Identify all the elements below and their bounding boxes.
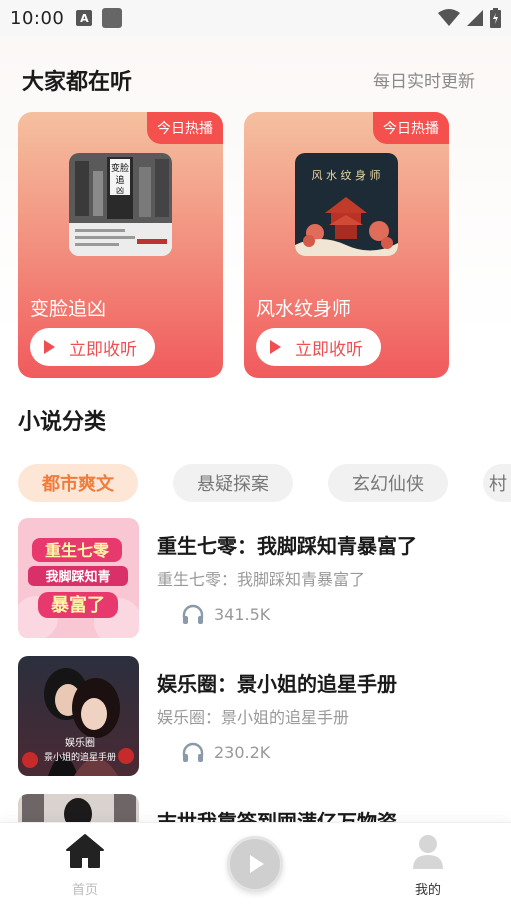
player-play-button[interactable]: [227, 836, 283, 892]
tab-me[interactable]: 我的: [405, 833, 451, 898]
categories-title: 小说分类: [18, 410, 107, 435]
svg-text:暴富了: 暴富了: [51, 594, 105, 616]
signal-icon: [467, 10, 483, 26]
hot-book-name: 变脸追凶: [30, 298, 107, 320]
tab-home[interactable]: 首页: [62, 833, 108, 898]
svg-text:娱乐圈: 娱乐圈: [65, 736, 95, 749]
notification-a-icon: A: [76, 10, 93, 26]
play-icon: [44, 340, 55, 354]
popular-subtitle: 每日实时更新: [373, 72, 475, 92]
list-item[interactable]: 重生七零 我脚踩知青 暴富了 重生七零：我脚踩知青暴富了 重生七零：我脚踩知青暴…: [18, 518, 498, 638]
tab-me-label: 我的: [414, 883, 441, 898]
book-cover-crime-icon: 变脸 追 凶: [69, 153, 172, 256]
play-count: 341.5K: [182, 604, 270, 624]
play-count-value: 230.2K: [214, 742, 271, 762]
wifi-icon: [438, 9, 460, 26]
svg-text:我脚踩知青: 我脚踩知青: [45, 569, 110, 585]
headphones-icon: [182, 742, 204, 762]
svg-text:风 水 纹 身 师: 风 水 纹 身 师: [312, 168, 381, 182]
book-description: 重生七零：我脚踩知青暴富了: [157, 570, 366, 589]
book-title: 重生七零：我脚踩知青暴富了: [157, 534, 417, 558]
tab-category-mystery[interactable]: 悬疑探案: [173, 464, 293, 502]
listen-now-button[interactable]: 立即收听: [256, 328, 381, 366]
popular-title: 大家都在听: [22, 70, 133, 95]
list-item[interactable]: 娱乐圈 景小姐的追星手册 娱乐圈：景小姐的追星手册 娱乐圈：景小姐的追星手册 2…: [18, 656, 498, 776]
listen-now-label: 立即收听: [69, 339, 137, 360]
status-time: 10:00: [10, 7, 65, 29]
hot-book-name: 风水纹身师: [256, 298, 352, 320]
listen-now-button[interactable]: 立即收听: [30, 328, 155, 366]
book-title: 娱乐圈：景小姐的追星手册: [157, 672, 397, 696]
svg-text:追: 追: [115, 174, 124, 186]
listen-now-label: 立即收听: [295, 339, 363, 360]
book-cover-celebrity-icon: 娱乐圈 景小姐的追星手册: [18, 656, 139, 776]
svg-text:景小姐的追星手册: 景小姐的追星手册: [44, 751, 116, 763]
tab-category-fantasy[interactable]: 玄幻仙侠: [328, 464, 448, 502]
tab-category-urban[interactable]: 都市爽文: [18, 464, 138, 502]
svg-text:重生七零: 重生七零: [45, 541, 110, 560]
hot-badge: 今日热播: [147, 112, 223, 144]
battery-icon: [490, 8, 501, 28]
hot-card-2[interactable]: 今日热播 风 水 纹 身 师 风水纹身师 立即收听: [244, 112, 449, 378]
user-icon: [413, 835, 443, 869]
play-icon: [250, 855, 264, 873]
svg-text:凶: 凶: [116, 186, 124, 195]
notification-square-icon: [102, 8, 123, 28]
book-description: 娱乐圈：景小姐的追星手册: [157, 708, 350, 727]
headphones-icon: [182, 604, 204, 624]
status-indicators: [438, 8, 501, 28]
svg-text:变脸: 变脸: [111, 162, 129, 174]
status-bar: 10:00 A: [0, 0, 511, 36]
book-cover-temple-icon: 风 水 纹 身 师: [295, 153, 398, 256]
book-cover-rebirth-icon: 重生七零 我脚踩知青 暴富了: [18, 518, 139, 638]
hot-card-1[interactable]: 今日热播 变脸 追 凶 变脸追凶 立即收听: [18, 112, 223, 378]
play-count: 230.2K: [182, 742, 270, 762]
play-icon: [270, 340, 281, 354]
play-count-value: 341.5K: [214, 604, 271, 624]
tab-home-label: 首页: [71, 883, 98, 898]
hot-badge: 今日热播: [373, 112, 449, 144]
home-icon: [66, 834, 104, 868]
